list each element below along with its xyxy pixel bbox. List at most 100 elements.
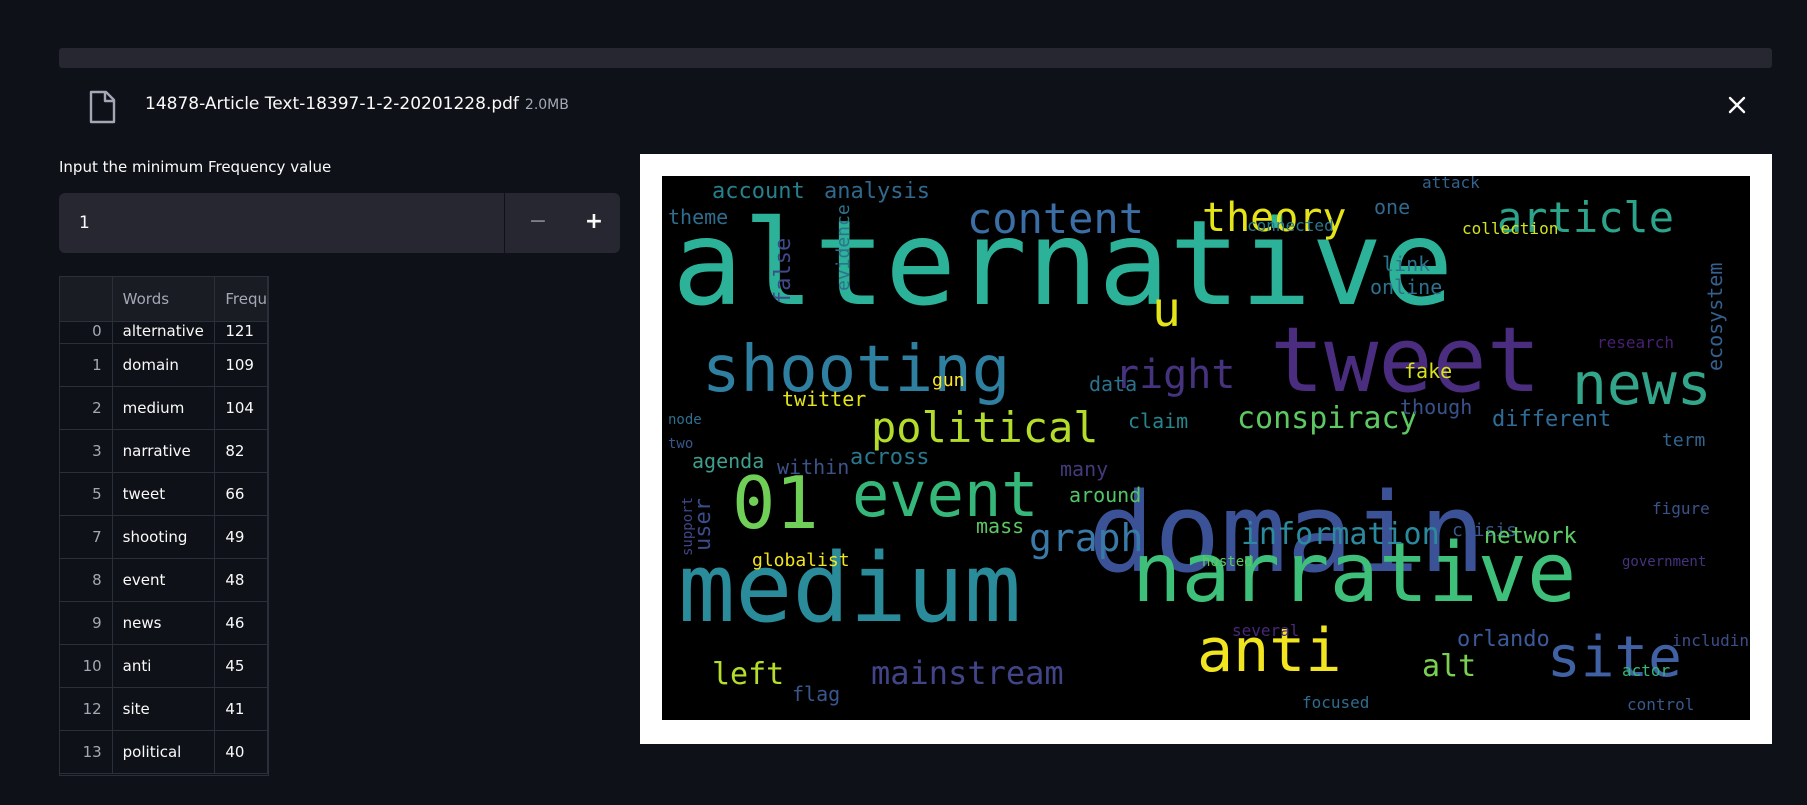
row-index-cell[interactable]: 1 bbox=[60, 343, 113, 387]
wordcloud-word: though bbox=[1400, 395, 1472, 419]
frequency-cell[interactable]: 104 bbox=[214, 386, 268, 430]
word-frequency-table[interactable]: Words Frequ 0 alternative 121 1 domain 109 2 me… bbox=[59, 276, 269, 776]
wordcloud-word: figure bbox=[1652, 499, 1710, 518]
wordcloud-word: connected bbox=[1247, 216, 1334, 235]
input-divider bbox=[504, 193, 505, 253]
uploaded-file-row: 14878-Article Text-18397-1-2-20201228.pd… bbox=[59, 80, 1772, 130]
wordcloud-word: hosted bbox=[1202, 554, 1253, 570]
wordcloud-word: medium bbox=[678, 534, 1021, 644]
word-cell[interactable]: shooting bbox=[112, 515, 216, 559]
frequency-cell[interactable]: 66 bbox=[214, 472, 268, 516]
frequency-header[interactable]: Frequ bbox=[214, 277, 268, 322]
upload-dropzone-bar[interactable] bbox=[59, 48, 1772, 68]
wordcloud-word: two bbox=[668, 436, 693, 452]
wordcloud-word: fake bbox=[1404, 359, 1452, 383]
wordcloud-word: network bbox=[1484, 524, 1577, 549]
table-row[interactable]: 10 anti 45 bbox=[60, 644, 268, 688]
table-row[interactable]: 3 narrative 82 bbox=[60, 429, 268, 473]
word-cell[interactable]: domain bbox=[112, 343, 216, 387]
wordcloud-word: collection bbox=[1462, 219, 1558, 238]
increment-button[interactable]: + bbox=[566, 193, 620, 253]
row-index-cell[interactable]: 7 bbox=[60, 515, 113, 559]
table-row[interactable]: 5 tweet 66 bbox=[60, 472, 268, 516]
row-index-cell[interactable]: 8 bbox=[60, 558, 113, 602]
wordcloud-word: actor bbox=[1622, 661, 1671, 680]
word-cell[interactable]: site bbox=[112, 687, 216, 731]
wordcloud-word: across bbox=[850, 445, 929, 470]
word-cell[interactable]: medium bbox=[112, 386, 216, 430]
frequency-number-input: − + bbox=[59, 193, 620, 253]
wordcloud-word: mainstream bbox=[871, 654, 1064, 692]
wordcloud-word: government bbox=[1622, 554, 1706, 570]
word-cell[interactable]: alternative bbox=[112, 321, 216, 344]
table-row[interactable]: 8 event 48 bbox=[60, 558, 268, 602]
decrement-button[interactable]: − bbox=[510, 193, 566, 253]
frequency-cell[interactable]: 48 bbox=[214, 558, 268, 602]
frequency-input-field[interactable] bbox=[59, 193, 504, 253]
word-cell[interactable]: political bbox=[112, 730, 216, 774]
wordcloud-word: data bbox=[1089, 372, 1137, 396]
table-row[interactable]: 0 alternative 121 bbox=[60, 321, 268, 344]
wordcloud-word: mass bbox=[976, 514, 1024, 538]
word-cell[interactable]: news bbox=[112, 601, 216, 645]
index-header[interactable] bbox=[60, 277, 113, 322]
word-cell[interactable]: tweet bbox=[112, 472, 216, 516]
wordcloud-word: online bbox=[1370, 275, 1442, 299]
wordcloud-word: node bbox=[668, 412, 702, 428]
wordcloud-word: alt bbox=[1422, 649, 1476, 684]
wordcloud-image-frame: alternative domain medium narrative tweet sho… bbox=[640, 154, 1772, 744]
wordcloud-word: false bbox=[771, 238, 796, 304]
frequency-cell[interactable]: 109 bbox=[214, 343, 268, 387]
frequency-cell[interactable]: 49 bbox=[214, 515, 268, 559]
wordcloud-image: alternative domain medium narrative tweet sho… bbox=[662, 176, 1750, 720]
wordcloud-word: u bbox=[1152, 282, 1181, 338]
wordcloud-svg: alternativedomainmedium narrativetweetsho… bbox=[668, 176, 1750, 714]
table-header-row: Words Frequ bbox=[60, 277, 268, 322]
wordcloud-word: attack bbox=[1422, 176, 1480, 192]
wordcloud-word: control bbox=[1627, 695, 1694, 714]
file-name: 14878-Article Text-18397-1-2-20201228.pd… bbox=[145, 94, 569, 114]
table-row[interactable]: 9 news 46 bbox=[60, 601, 268, 645]
frequency-cell[interactable]: 45 bbox=[214, 644, 268, 688]
row-index-cell[interactable]: 3 bbox=[60, 429, 113, 473]
wordcloud-word: orlando bbox=[1457, 627, 1550, 652]
frequency-cell[interactable]: 82 bbox=[214, 429, 268, 473]
table-row[interactable]: 7 shooting 49 bbox=[60, 515, 268, 559]
word-cell[interactable]: narrative bbox=[112, 429, 216, 473]
row-index-cell[interactable]: 2 bbox=[60, 386, 113, 430]
wordcloud-word: many bbox=[1060, 457, 1108, 481]
table-row[interactable]: 12 site 41 bbox=[60, 687, 268, 731]
frequency-cell[interactable]: 121 bbox=[214, 321, 268, 344]
frequency-input-label: Input the minimum Frequency value bbox=[59, 158, 332, 176]
frequency-cell[interactable]: 46 bbox=[214, 601, 268, 645]
file-size: 2.0MB bbox=[524, 97, 569, 113]
row-index-cell[interactable]: 10 bbox=[60, 644, 113, 688]
word-cell[interactable]: anti bbox=[112, 644, 216, 688]
row-index-cell[interactable]: 12 bbox=[60, 687, 113, 731]
wordcloud-word: twitter bbox=[782, 387, 866, 411]
wordcloud-word: gun bbox=[932, 370, 965, 391]
wordcloud-word: theme bbox=[668, 205, 728, 229]
wordcloud-word: around bbox=[1069, 483, 1141, 507]
word-cell[interactable]: event bbox=[112, 558, 216, 602]
frequency-cell[interactable]: 41 bbox=[214, 687, 268, 731]
wordcloud-word: research bbox=[1597, 333, 1674, 352]
wordcloud-word: term bbox=[1662, 430, 1705, 451]
row-index-cell[interactable]: 13 bbox=[60, 730, 113, 774]
wordcloud-word: graph bbox=[1029, 516, 1143, 560]
wordcloud-word: agenda bbox=[692, 449, 764, 473]
words-header[interactable]: Words bbox=[112, 277, 216, 322]
wordcloud-word: focused bbox=[1302, 693, 1369, 712]
wordcloud-word: one bbox=[1374, 195, 1410, 219]
row-index-cell[interactable]: 5 bbox=[60, 472, 113, 516]
row-index-cell[interactable]: 9 bbox=[60, 601, 113, 645]
row-index-cell[interactable]: 0 bbox=[60, 321, 113, 344]
remove-file-button[interactable] bbox=[1722, 90, 1752, 120]
frequency-cell[interactable]: 40 bbox=[214, 730, 268, 774]
wordcloud-word: account bbox=[712, 179, 805, 204]
table-row[interactable]: 13 political 40 bbox=[60, 730, 268, 774]
table-row[interactable]: 1 domain 109 bbox=[60, 343, 268, 387]
wordcloud-word: different bbox=[1492, 407, 1611, 432]
table-row[interactable]: 2 medium 104 bbox=[60, 386, 268, 430]
wordcloud-word: analysis bbox=[824, 179, 930, 204]
